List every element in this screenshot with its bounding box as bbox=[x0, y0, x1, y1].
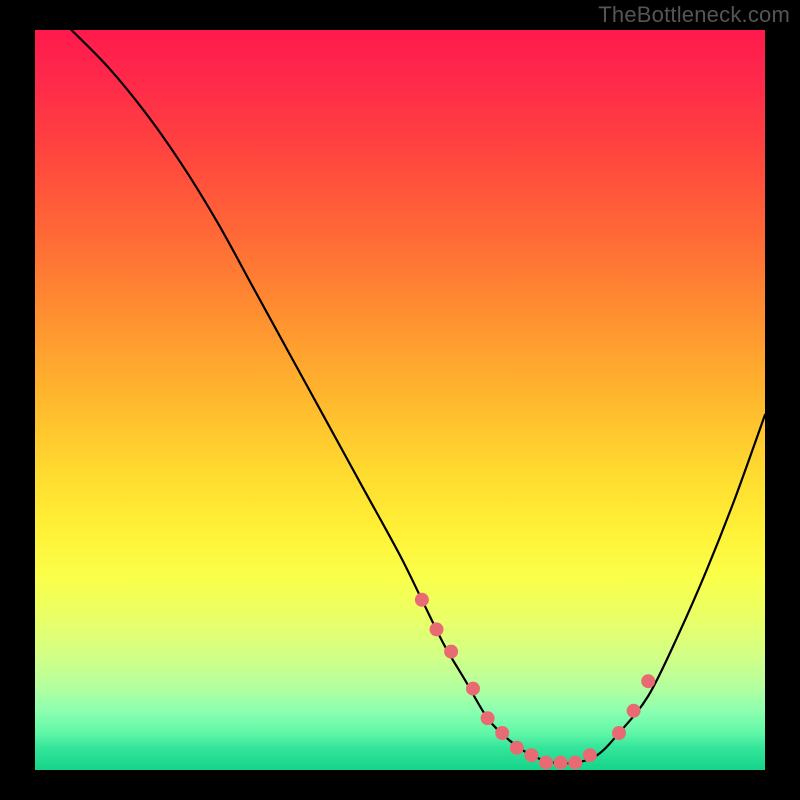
bottleneck-curve bbox=[72, 30, 766, 764]
highlight-dot bbox=[568, 756, 582, 770]
highlight-dot bbox=[612, 726, 626, 740]
chart-root: TheBottleneck.com bbox=[0, 0, 800, 800]
highlight-dot bbox=[554, 756, 568, 770]
highlight-dots bbox=[415, 593, 655, 770]
curve-svg bbox=[35, 30, 765, 770]
attribution-label: TheBottleneck.com bbox=[598, 2, 790, 28]
highlight-dot bbox=[430, 622, 444, 636]
highlight-dot bbox=[495, 726, 509, 740]
highlight-dot bbox=[583, 748, 597, 762]
highlight-dot bbox=[641, 674, 655, 688]
highlight-dot bbox=[481, 711, 495, 725]
plot-background bbox=[35, 30, 765, 770]
highlight-dot bbox=[466, 682, 480, 696]
highlight-dot bbox=[627, 704, 641, 718]
highlight-dot bbox=[539, 756, 553, 770]
highlight-dot bbox=[510, 741, 524, 755]
highlight-dot bbox=[415, 593, 429, 607]
highlight-dot bbox=[444, 645, 458, 659]
highlight-dot bbox=[524, 748, 538, 762]
